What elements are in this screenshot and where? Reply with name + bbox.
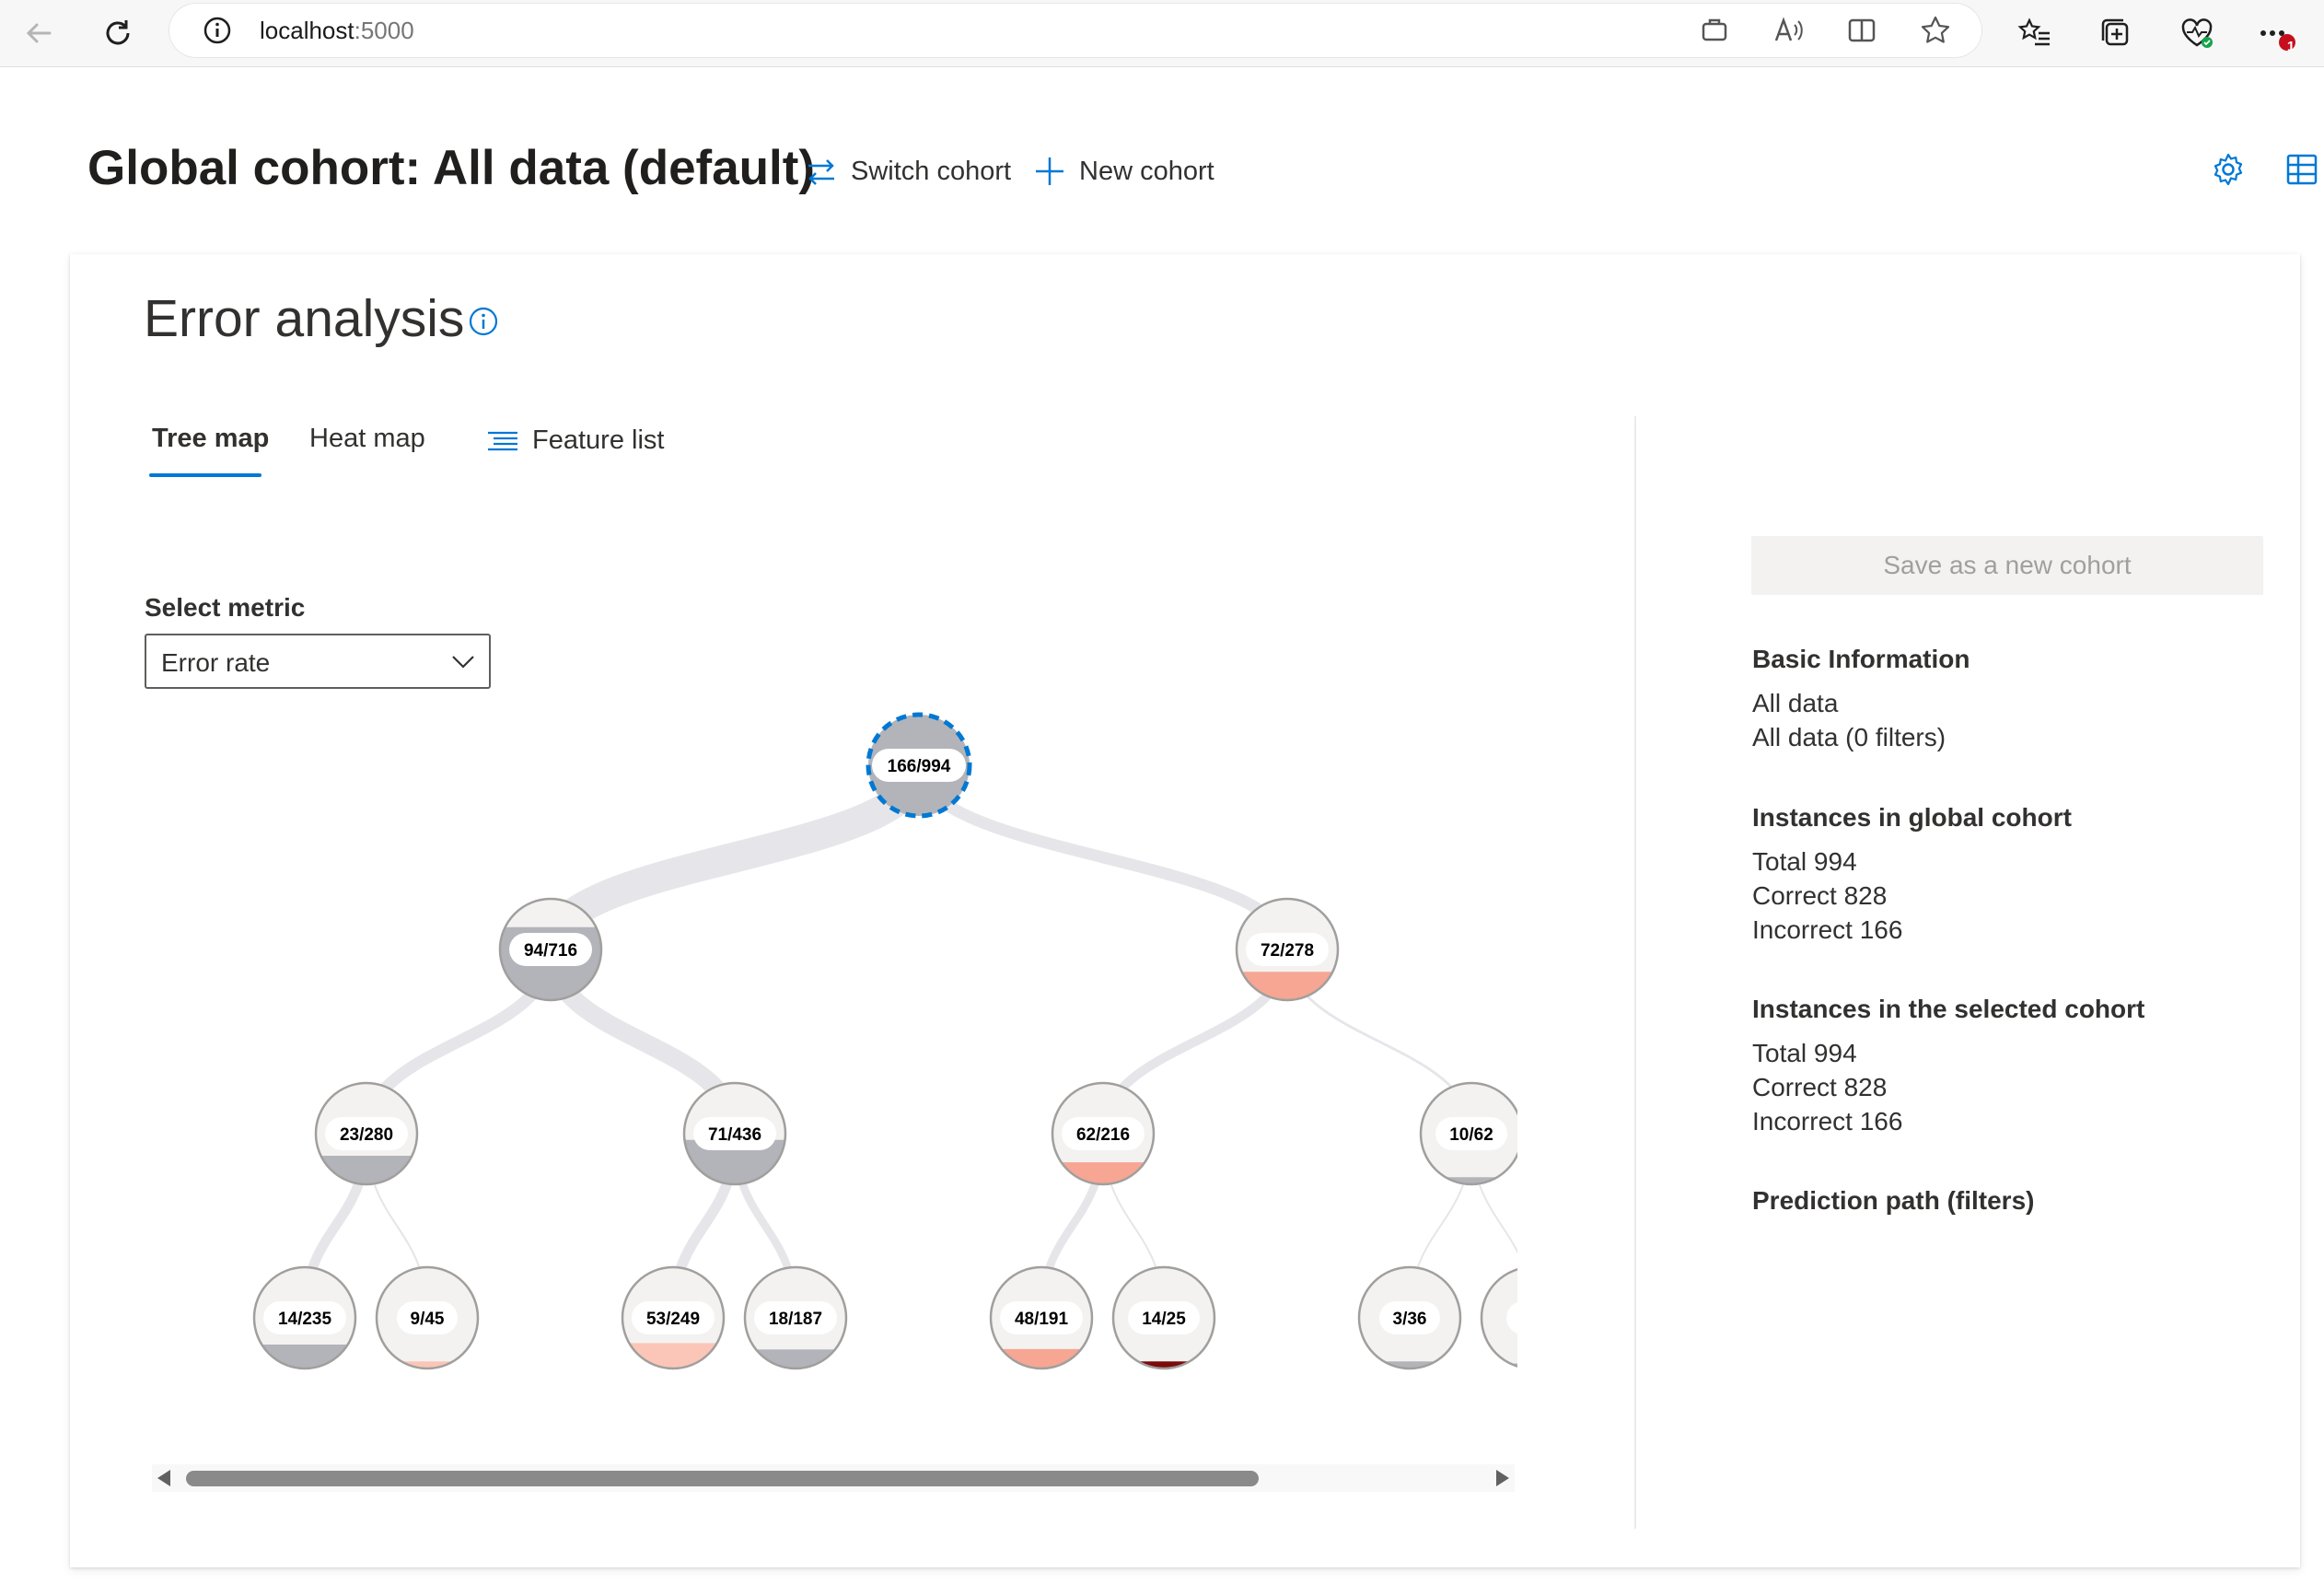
browser-essentials-icon[interactable]	[2177, 13, 2217, 53]
selected-tab-indicator	[149, 473, 261, 477]
tree-edge	[535, 763, 935, 952]
selected-cohort-heading: Instances in the selected cohort	[1752, 995, 2145, 1023]
node-label: 94/716	[524, 941, 577, 961]
tree-node[interactable]: 166/994	[866, 712, 972, 819]
list-icon	[488, 431, 517, 450]
node-label: 9/45	[411, 1310, 445, 1329]
settings-gear-icon[interactable]	[2210, 151, 2247, 192]
browser-toolbar: localhost:5000 1	[0, 0, 2324, 67]
favorites-icon[interactable]	[2015, 13, 2055, 53]
tree-node[interactable]: 53/249	[621, 1265, 726, 1370]
node-label: 72/278	[1261, 941, 1314, 961]
tree-edge	[912, 764, 1294, 950]
plus-icon	[1036, 157, 1063, 185]
node-label: 62/216	[1076, 1125, 1130, 1145]
switch-cohort-label: Switch cohort	[851, 156, 1012, 186]
selected-incorrect: Incorrect 166	[1752, 1107, 1903, 1136]
tree-node[interactable]: 10/62	[1419, 1081, 1517, 1186]
node-label: 166/994	[888, 757, 951, 776]
node-label: 10/62	[1449, 1125, 1493, 1145]
url-text: localhost:5000	[260, 17, 414, 44]
tree-node[interactable]: 94/716	[498, 897, 603, 1002]
save-as-new-cohort-button[interactable]: Save as a new cohort	[1751, 536, 2263, 595]
tree-node[interactable]: 14/25	[1111, 1265, 1216, 1370]
metric-dropdown-value: Error rate	[161, 648, 271, 677]
feature-list-label: Feature list	[532, 425, 665, 455]
node-label: 18/187	[769, 1310, 822, 1329]
tree-node[interactable]: 9/45	[375, 1265, 480, 1370]
tree-map-viewport[interactable]: 166/994 94/716 72/278 23/280 71/436 62/216 10/…	[147, 705, 1517, 1414]
tree-node[interactable]: 18/187	[743, 1265, 848, 1370]
basic-info-line: All data (0 filters)	[1752, 723, 1946, 751]
tab-feature-list[interactable]: Feature list	[486, 425, 664, 456]
node-fill	[622, 1343, 724, 1369]
refresh-icon[interactable]	[98, 13, 138, 53]
node-label: 48/191	[1015, 1310, 1069, 1329]
tree-map[interactable]: 166/994 94/716 72/278 23/280 71/436 62/216 10/…	[147, 705, 1517, 1414]
site-info-icon[interactable]	[197, 10, 238, 51]
tree-node[interactable]: 71/436	[682, 1081, 787, 1186]
address-bar[interactable]: localhost:5000	[169, 4, 1981, 57]
tree-node[interactable]: 23/280	[314, 1081, 419, 1186]
tree-node[interactable]: 7	[1480, 1267, 1517, 1369]
global-cohort-heading: Instances in global cohort	[1752, 803, 2072, 832]
favorite-star-icon[interactable]	[1915, 10, 1956, 51]
horizontal-scrollbar[interactable]	[152, 1464, 1515, 1492]
switch-arrows-icon	[808, 159, 834, 185]
tree-node[interactable]: 62/216	[1051, 1081, 1156, 1186]
node-label: 14/25	[1142, 1310, 1186, 1329]
section-title: Error analysis	[144, 289, 465, 348]
panel-divider	[1634, 416, 1636, 1529]
node-fill	[991, 1348, 1092, 1369]
basic-info-line: All data	[1752, 689, 1839, 717]
select-metric-label: Select metric	[145, 593, 306, 622]
node-fill	[1052, 1162, 1154, 1184]
global-incorrect: Incorrect 166	[1752, 915, 1903, 944]
node-label: 3/36	[1393, 1310, 1427, 1329]
scrollbar-thumb[interactable]	[186, 1471, 1259, 1486]
app-available-icon[interactable]	[1694, 10, 1735, 51]
page-title: Global cohort: All data (default)	[87, 141, 816, 195]
collections-icon[interactable]	[2096, 13, 2136, 53]
tab-heat-map[interactable]: Heat map	[309, 424, 425, 454]
more-options-icon[interactable]: 1	[2256, 13, 2296, 54]
split-screen-icon[interactable]	[1842, 10, 1882, 51]
node-label: 53/249	[646, 1310, 700, 1329]
new-cohort-label: New cohort	[1079, 156, 1214, 186]
node-fill	[254, 1344, 355, 1369]
prediction-path-heading: Prediction path (filters)	[1752, 1186, 2035, 1215]
metric-dropdown[interactable]: Error rate	[145, 634, 491, 689]
notification-badge: 1	[2286, 39, 2295, 54]
new-cohort-button[interactable]: New cohort	[1033, 149, 1214, 193]
tab-tree-map[interactable]: Tree map	[152, 424, 269, 454]
scroll-right-arrow-icon[interactable]	[1496, 1470, 1509, 1486]
node-label: 23/280	[340, 1125, 393, 1145]
read-aloud-icon[interactable]	[1768, 10, 1808, 51]
tree-node[interactable]: 3/36	[1357, 1265, 1462, 1370]
selected-correct: Correct 828	[1752, 1073, 1888, 1101]
node-label: 14/235	[278, 1310, 332, 1329]
node-label: 71/436	[708, 1125, 761, 1145]
tree-node[interactable]: 14/235	[252, 1265, 357, 1370]
info-icon[interactable]	[468, 306, 499, 342]
node-fill	[745, 1349, 846, 1369]
tree-node[interactable]: 48/191	[989, 1265, 1094, 1370]
tree-node[interactable]: 72/278	[1235, 897, 1340, 1002]
basic-info-heading: Basic Information	[1752, 645, 1970, 673]
back-icon[interactable]	[18, 13, 59, 53]
selected-total: Total 994	[1752, 1039, 1857, 1067]
global-correct: Correct 828	[1752, 881, 1888, 910]
switch-cohort-button[interactable]: Switch cohort	[805, 149, 1011, 193]
chevron-down-icon	[452, 656, 474, 669]
scroll-left-arrow-icon[interactable]	[157, 1470, 170, 1486]
global-total: Total 994	[1752, 847, 1857, 876]
table-view-icon[interactable]	[2283, 151, 2320, 192]
